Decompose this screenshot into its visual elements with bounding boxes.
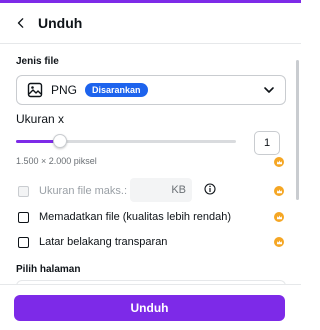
- transparent-background-option: Latar belakang transparan: [18, 236, 167, 248]
- max-file-size-option: Ukuran file maks.:: [18, 185, 127, 197]
- compress-option: Memadatkan file (kualitas lebih rendah): [18, 211, 231, 223]
- download-button-label: Unduh: [130, 301, 169, 315]
- dimensions-text: 1.500 × 2.000 piksel: [16, 156, 97, 166]
- premium-crown-icon: [274, 237, 284, 247]
- download-button[interactable]: Unduh: [14, 295, 285, 321]
- select-pages-label: Pilih halaman: [16, 264, 81, 275]
- transparent-background-checkbox[interactable]: [18, 236, 29, 248]
- premium-crown-icon: [274, 186, 284, 196]
- size-scale-value: 1: [263, 137, 271, 149]
- file-type-select[interactable]: PNG Disarankan: [16, 75, 286, 105]
- scrollbar[interactable]: [296, 60, 299, 200]
- premium-crown-icon: [274, 157, 284, 167]
- image-icon: [27, 82, 43, 98]
- max-file-size-checkbox[interactable]: [18, 185, 29, 197]
- panel-title: Unduh: [38, 15, 83, 31]
- transparent-background-label: Latar belakang transparan: [39, 236, 168, 248]
- max-file-size-input[interactable]: KB: [130, 178, 192, 202]
- panel-header: Unduh: [0, 3, 301, 44]
- size-label: Ukuran x: [16, 112, 65, 126]
- size-slider[interactable]: [16, 133, 236, 149]
- file-type-label: Jenis file: [16, 56, 59, 67]
- file-type-value: PNG: [51, 83, 78, 97]
- compress-checkbox[interactable]: [18, 211, 29, 223]
- recommended-badge: Disarankan: [85, 83, 148, 97]
- panel-footer: Unduh: [0, 284, 301, 330]
- size-scale-input[interactable]: 1: [254, 131, 280, 155]
- max-file-size-label: Ukuran file maks.:: [39, 185, 128, 197]
- slider-thumb[interactable]: [53, 134, 67, 148]
- compress-label: Memadatkan file (kualitas lebih rendah): [39, 211, 231, 223]
- info-icon[interactable]: [204, 183, 216, 195]
- premium-crown-icon: [274, 212, 284, 222]
- max-file-size-unit: KB: [171, 184, 186, 196]
- chevron-down-icon: [264, 87, 274, 93]
- back-arrow-icon[interactable]: [10, 12, 32, 34]
